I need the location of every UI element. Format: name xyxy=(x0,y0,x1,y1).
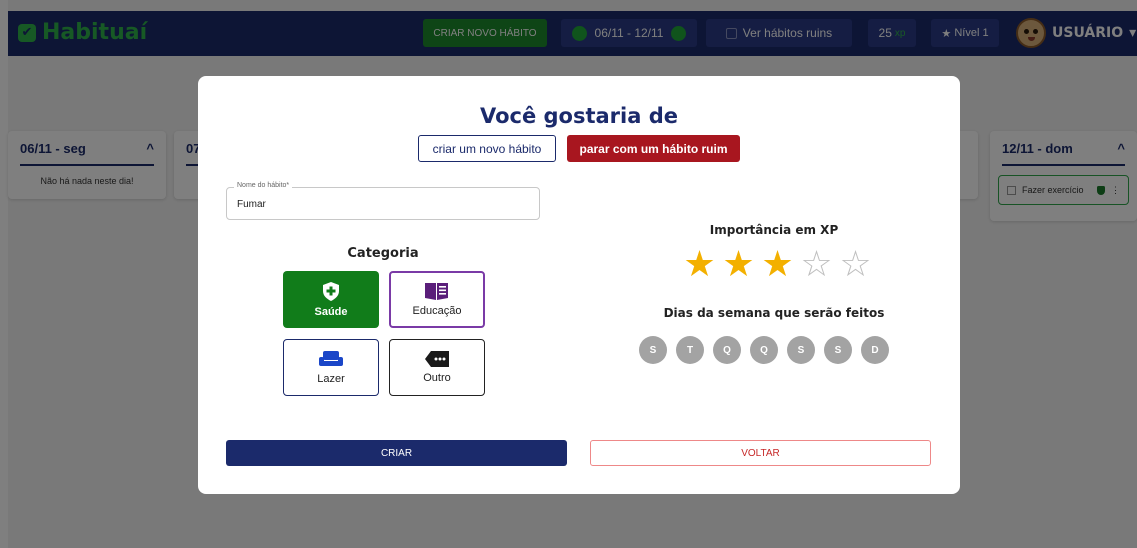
more-tag-icon xyxy=(425,351,449,367)
habit-name-input[interactable]: Fumar xyxy=(237,199,266,210)
star-icon[interactable]: ★ xyxy=(759,246,796,284)
create-button[interactable]: CRIAR xyxy=(226,440,567,466)
habit-name-label: Nome do hábito* xyxy=(234,182,293,189)
sofa-icon xyxy=(319,350,343,366)
category-title: Categoria xyxy=(347,246,419,261)
weekday-toggle[interactable]: T xyxy=(676,336,704,364)
new-habit-option[interactable]: criar um novo hábito xyxy=(418,135,556,162)
category-education[interactable]: Educação xyxy=(389,271,485,328)
weekdays-title: Dias da semana que serão feitos xyxy=(663,306,885,320)
weekday-toggle[interactable]: Q xyxy=(713,336,741,364)
category-label: Educação xyxy=(412,305,462,317)
weekday-toggle[interactable]: D xyxy=(861,336,889,364)
category-label: Outro xyxy=(423,372,451,384)
star-icon[interactable]: ☆ xyxy=(798,246,835,284)
category-leisure[interactable]: Lazer xyxy=(283,339,379,396)
habit-name-field[interactable]: Nome do hábito* Fumar xyxy=(226,182,540,220)
shield-plus-icon xyxy=(323,281,339,301)
category-health[interactable]: Saúde xyxy=(283,271,379,328)
star-icon[interactable]: ★ xyxy=(720,246,757,284)
star-icon[interactable]: ☆ xyxy=(837,246,874,284)
weekday-selector: S T Q Q S S D xyxy=(639,336,889,364)
weekday-toggle[interactable]: S xyxy=(787,336,815,364)
category-label: Saúde xyxy=(314,305,348,318)
book-icon xyxy=(425,283,448,300)
weekday-toggle[interactable]: S xyxy=(824,336,852,364)
create-habit-modal: Você gostaria de criar um novo hábito pa… xyxy=(198,76,960,494)
modal-title: Você gostaria de xyxy=(479,104,678,128)
bad-habit-option[interactable]: parar com um hábito ruim xyxy=(567,135,740,162)
star-icon[interactable]: ★ xyxy=(681,246,718,284)
category-label: Lazer xyxy=(317,372,345,385)
weekday-toggle[interactable]: Q xyxy=(750,336,778,364)
weekday-toggle[interactable]: S xyxy=(639,336,667,364)
back-button[interactable]: VOLTAR xyxy=(590,440,931,466)
xp-rating[interactable]: ★ ★ ★ ☆ ☆ xyxy=(681,246,874,284)
xp-title: Importância em XP xyxy=(709,223,839,237)
category-other[interactable]: Outro xyxy=(389,339,485,396)
